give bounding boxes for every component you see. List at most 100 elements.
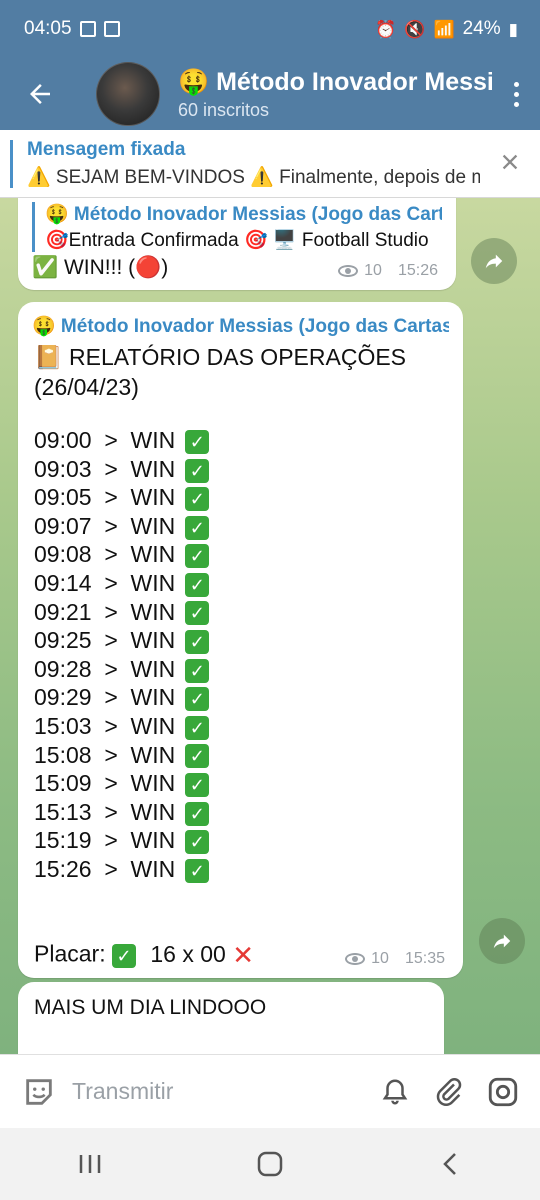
result-line: 09:29 > WIN ✓ <box>34 683 210 712</box>
result-text: 09:14 > WIN <box>34 569 176 596</box>
close-pinned-button[interactable] <box>480 147 540 181</box>
share-button[interactable] <box>471 238 517 284</box>
results-list: 09:00 > WIN ✓ 09:03 > WIN ✓ 09:05 > WIN ✓ 09:0… <box>34 426 210 884</box>
check-icon: ✓ <box>185 601 210 626</box>
result-line: 09:14 > WIN ✓ <box>34 569 210 598</box>
result-line: 15:19 > WIN ✓ <box>34 826 210 855</box>
channel-title: 🤑 Método Inovador Messias <box>178 67 492 96</box>
reply-text: 🎯Entrada Confirmada 🎯 🖥️ Football Studio <box>45 230 429 251</box>
share-button[interactable] <box>479 918 525 964</box>
subscriber-count: 60 inscritos <box>178 99 270 120</box>
result-line: 15:09 > WIN ✓ <box>34 769 210 798</box>
result-text: 09:05 > WIN <box>34 484 176 511</box>
report-date: (26/04/23) <box>34 374 139 400</box>
pinned-content: Mensagem fixada ⚠️ SEJAM BEM-VINDOS ⚠️ F… <box>27 139 480 189</box>
message-input[interactable]: Transmitir <box>72 1078 368 1105</box>
camera-button[interactable] <box>476 1065 530 1119</box>
result-line: 09:21 > WIN ✓ <box>34 598 210 627</box>
system-nav-bar <box>0 1128 540 1200</box>
result-line: 09:05 > WIN ✓ <box>34 483 210 512</box>
reply-author: 🤑 Método Inovador Messias (Jogo das Cart… <box>45 204 442 225</box>
message-time: 15:26 <box>397 262 438 279</box>
result-line: 09:03 > WIN ✓ <box>34 455 210 484</box>
result-text: 09:25 > WIN <box>34 627 176 654</box>
message-bubble[interactable]: MAIS UM DIA LINDOOO <box>18 982 444 1054</box>
result-text: 15:08 > WIN <box>34 741 176 768</box>
message-time: 15:35 <box>404 950 445 967</box>
notification-toggle-button[interactable] <box>368 1065 422 1119</box>
check-icon: ✓ <box>185 515 210 540</box>
instagram-camera-icon <box>488 1077 518 1106</box>
message-text: MAIS UM DIA LINDOOO <box>34 996 267 1019</box>
result-text: 09:00 > WIN <box>34 427 176 453</box>
check-icon: ✓ <box>185 429 210 454</box>
check-icon: ✓ <box>185 658 210 683</box>
notification-icon <box>103 21 120 37</box>
check-icon: ✓ <box>185 487 210 512</box>
mute-icon: 🔇 <box>404 19 426 39</box>
pinned-title: Mensagem fixada <box>27 138 186 160</box>
battery-percent: 24% <box>462 18 501 39</box>
attach-button[interactable] <box>422 1065 476 1119</box>
pinned-body: ⚠️ SEJAM BEM-VINDOS ⚠️ Finalmente, depoi… <box>27 166 480 188</box>
result-line: 09:07 > WIN ✓ <box>34 512 210 541</box>
status-bar: 04:05 ⏰ 🔇 📶 24% ▮ <box>0 0 540 58</box>
reply-preview[interactable]: 🤑 Método Inovador Messias (Jogo das Cart… <box>32 202 442 252</box>
views-icon <box>345 953 366 965</box>
result-text: 09:29 > WIN <box>34 684 176 711</box>
status-time: 04:05 <box>24 18 72 39</box>
result-text: 09:07 > WIN <box>34 512 176 539</box>
result-text: 15:26 > WIN <box>34 855 176 882</box>
battery-icon: ▮ <box>508 19 518 39</box>
result-line: 09:00 > WIN ✓ <box>34 426 210 455</box>
paperclip-icon <box>436 1077 462 1106</box>
channel-avatar[interactable] <box>96 62 160 126</box>
channel-info[interactable]: 🤑 Método Inovador Messias 60 inscritos <box>178 68 492 121</box>
check-icon: ✓ <box>185 458 210 483</box>
wifi-icon: 📶 <box>433 19 455 39</box>
views-count: 10 <box>371 950 389 967</box>
check-icon: ✓ <box>185 773 210 798</box>
arrow-left-icon <box>30 84 50 104</box>
sticker-button[interactable] <box>12 1065 66 1119</box>
score-value: 16 x 00 <box>150 940 226 967</box>
result-text: 15:03 > WIN <box>34 712 176 739</box>
home-icon <box>257 1151 283 1177</box>
check-icon: ✓ <box>185 544 210 569</box>
system-back-button[interactable] <box>410 1134 490 1194</box>
check-icon: ✓ <box>185 630 210 655</box>
check-icon: ✓ <box>185 715 210 740</box>
result-line: 09:25 > WIN ✓ <box>34 626 210 655</box>
check-icon: ✓ <box>185 830 210 855</box>
sticker-icon <box>26 1078 52 1105</box>
recent-apps-button[interactable] <box>50 1134 130 1194</box>
result-line: 15:26 > WIN ✓ <box>34 855 210 884</box>
home-button[interactable] <box>230 1134 310 1194</box>
message-bubble[interactable]: 🤑 Método Inovador Messias (Jogo das Cart… <box>18 302 463 978</box>
result-line: 09:28 > WIN ✓ <box>34 655 210 684</box>
alarm-icon: ⏰ <box>375 19 397 39</box>
chat-area[interactable]: 🤑 Método Inovador Messias (Jogo das Cart… <box>0 198 540 1054</box>
report-header: 📔 RELATÓRIO DAS OPERAÇÕES (26/04/23) <box>34 342 406 402</box>
score-label: Placar: <box>34 940 106 967</box>
result-line: 15:03 > WIN ✓ <box>34 712 210 741</box>
close-icon <box>502 154 518 169</box>
report-title: 📔 RELATÓRIO DAS OPERAÇÕES <box>34 344 407 370</box>
back-button[interactable] <box>0 58 80 130</box>
message-author: 🤑 Método Inovador Messias (Jogo das Cart… <box>32 316 449 337</box>
message-meta: 10 15:26 <box>338 262 438 280</box>
message-bubble[interactable]: 🤑 Método Inovador Messias (Jogo das Cart… <box>18 198 456 290</box>
share-icon <box>485 254 503 269</box>
recent-apps-icon <box>79 1155 101 1173</box>
image-icon <box>79 21 96 37</box>
views-count: 10 <box>364 262 382 279</box>
channel-header: 🤑 Método Inovador Messias 60 inscritos <box>0 58 540 130</box>
pinned-message[interactable]: Mensagem fixada ⚠️ SEJAM BEM-VINDOS ⚠️ F… <box>0 130 540 198</box>
check-icon: ✓ <box>185 687 210 712</box>
result-text: 09:08 > WIN <box>34 541 176 568</box>
more-options-button[interactable] <box>492 58 540 130</box>
views-icon <box>338 265 359 277</box>
result-text: 15:19 > WIN <box>34 827 176 854</box>
result-text: 09:03 > WIN <box>34 455 176 482</box>
result-text: 15:13 > WIN <box>34 798 176 825</box>
